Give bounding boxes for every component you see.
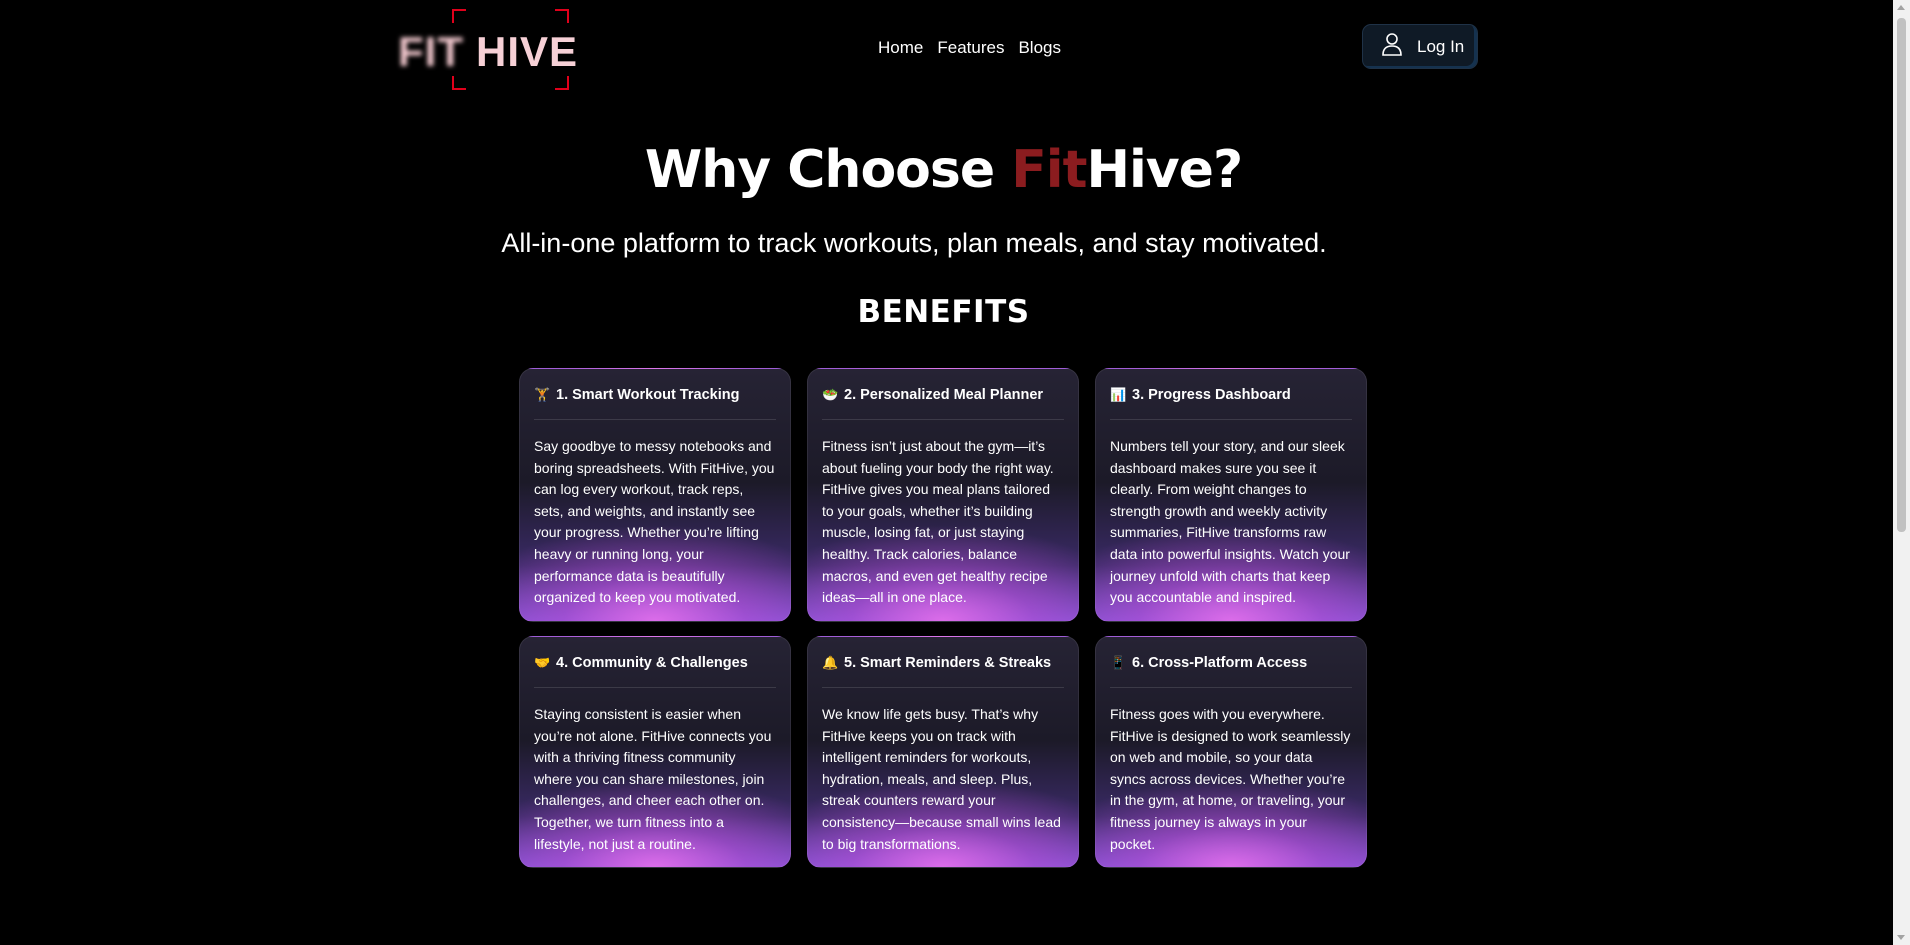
card-divider [1110,419,1352,420]
card-title-text: 3. Progress Dashboard [1132,387,1291,403]
card-divider [534,419,776,420]
logo-corner-bracket [555,9,569,23]
vertical-scrollbar[interactable] [1893,0,1910,945]
benefits-heading: BENEFITS [857,294,1030,330]
user-icon [1381,32,1403,61]
main-nav: Home Features Blogs [878,38,1061,58]
handshake-icon: 🤝 [534,655,551,671]
benefit-card-cross-platform: 📱 6. Cross-Platform Access Fitness goes w… [1095,636,1367,868]
card-title: 🏋 1. Smart Workout Tracking [534,387,776,403]
card-title-text: 5. Smart Reminders & Streaks [844,655,1052,671]
card-divider [1110,687,1352,688]
login-button[interactable]: Log In [1362,24,1478,69]
scroll-down-arrow-icon[interactable] [1897,935,1905,940]
card-title: 📊 3. Progress Dashboard [1110,387,1352,403]
card-title-text: 2. Personalized Meal Planner [844,387,1044,403]
card-divider [534,687,776,688]
benefit-card-progress-dashboard: 📊 3. Progress Dashboard Numbers tell your… [1095,368,1367,622]
bar-chart-icon: 📊 [1110,387,1127,403]
nav-link-home[interactable]: Home [878,38,923,58]
card-title: 🔔 5. Smart Reminders & Streaks [822,655,1064,671]
nav-link-features[interactable]: Features [937,38,1004,58]
card-text: Fitness goes with you everywhere. FitHiv… [1110,706,1351,852]
logo-text-fit: FIT [398,28,464,75]
logo-corner-bracket [452,9,466,23]
weightlifter-icon: 🏋 [534,387,551,403]
card-title-text: 6. Cross-Platform Access [1132,655,1308,671]
benefit-card-reminders: 🔔 5. Smart Reminders & Streaks We know li… [807,636,1079,868]
logo-corner-bracket [555,76,569,90]
benefit-card-community: 🤝 4. Community & Challenges Staying consi… [519,636,791,868]
benefit-card-meal-planner: 🥗 2. Personalized Meal Planner Fitness is… [807,368,1079,622]
logo-corner-bracket [452,76,466,90]
card-text: Fitness isn’t just about the gym—it’s ab… [822,438,1054,606]
card-text: Numbers tell your story, and our sleek d… [1110,438,1350,606]
nav-link-blogs[interactable]: Blogs [1018,38,1061,58]
page-subtitle: All-in-one platform to track workouts, p… [501,228,1327,258]
card-title-text: 4. Community & Challenges [556,655,748,671]
logo-text-hive: HIVE [476,28,579,75]
card-text: Staying consistent is easier when you’re… [534,706,772,852]
card-text: We know life gets busy. That’s why FitHi… [822,706,1061,852]
page-title: Why Choose FitHive? [0,140,1887,200]
card-divider [822,687,1064,688]
scroll-up-arrow-icon[interactable] [1897,5,1905,10]
benefits-grid: 🏋 1. Smart Workout Tracking Say goodbye t… [519,368,1367,868]
card-title: 📱 6. Cross-Platform Access [1110,655,1352,671]
benefit-card-workout-tracking: 🏋 1. Smart Workout Tracking Say goodbye t… [519,368,791,622]
mobile-phone-icon: 📱 [1110,655,1127,671]
title-accent: Fit [1011,140,1087,200]
fithive-logo[interactable]: FIT HIVE [398,9,583,90]
card-title: 🤝 4. Community & Challenges [534,655,776,671]
title-suffix: Hive? [1086,140,1243,200]
scrollbar-thumb[interactable] [1897,18,1906,532]
card-title: 🥗 2. Personalized Meal Planner [822,387,1064,403]
salad-icon: 🥗 [822,387,839,403]
login-label: Log In [1417,36,1465,56]
card-title-text: 1. Smart Workout Tracking [556,387,740,403]
title-prefix: Why Choose [644,140,1012,200]
card-divider [822,419,1064,420]
bell-icon: 🔔 [822,655,839,671]
card-text: Say goodbye to messy notebooks and borin… [534,438,775,606]
